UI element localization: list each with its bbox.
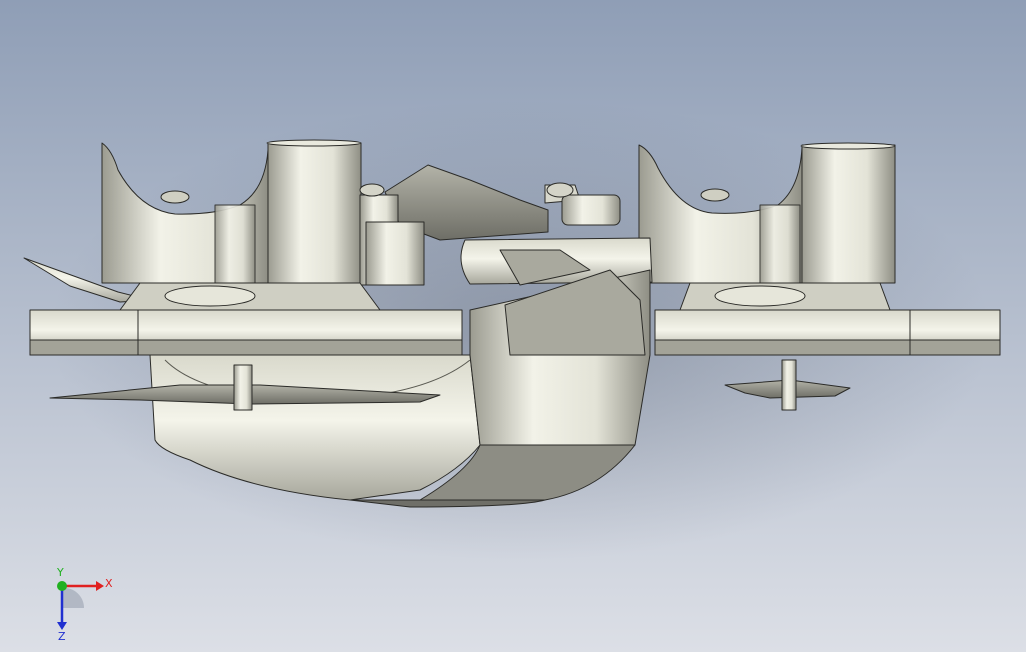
right-motor-shaft <box>781 359 797 411</box>
orientation-triad: X Y Z <box>56 566 113 642</box>
y-axis-dot <box>57 581 67 591</box>
graphics-viewport[interactable]: X Y Z <box>0 0 1026 652</box>
z-axis-label: Z <box>58 630 66 642</box>
z-axis-arrowhead <box>57 622 67 630</box>
model-scene[interactable] <box>0 0 1026 652</box>
triad-plane <box>62 587 85 608</box>
x-axis-label: X <box>105 577 113 590</box>
y-axis-label: Y <box>56 566 64 579</box>
x-axis-arrowhead <box>96 581 104 591</box>
left-motor-shaft <box>233 364 253 411</box>
